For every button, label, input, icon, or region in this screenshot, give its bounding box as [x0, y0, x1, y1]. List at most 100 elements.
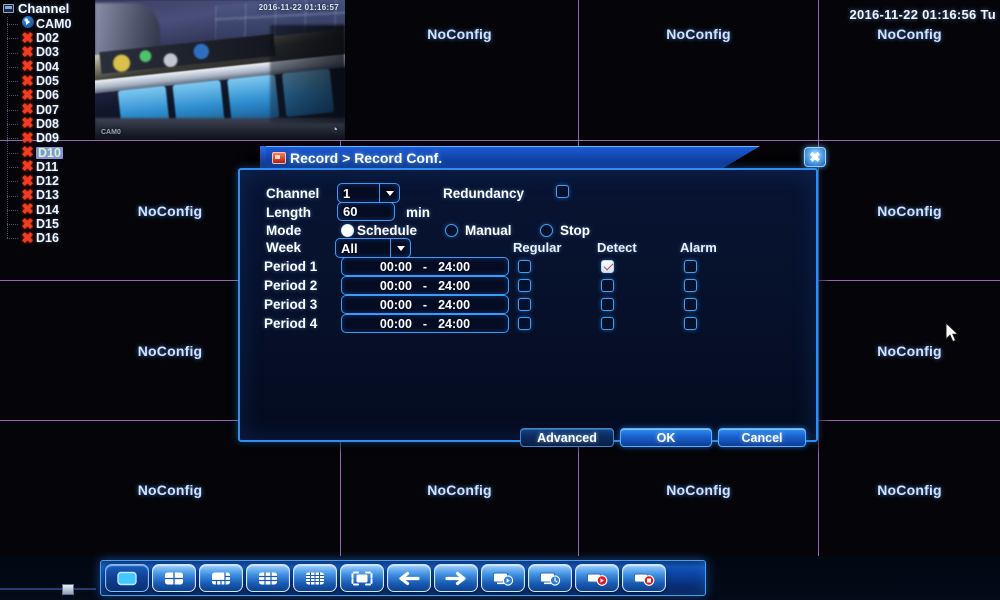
period-1-detect-checkbox[interactable] [601, 260, 614, 273]
record-stop-icon [634, 573, 655, 586]
channel-label: D12 [36, 174, 59, 189]
period-1-alarm-checkbox[interactable] [684, 260, 697, 273]
period-2-start: 00:00 [379, 278, 412, 293]
length-unit-label: min [406, 205, 431, 220]
period-4-time-range[interactable]: 00:00 - 24:00 [341, 314, 509, 333]
view-sixteen-button[interactable] [293, 564, 337, 592]
six-view-icon [212, 572, 230, 584]
advanced-button[interactable]: Advanced [520, 428, 614, 447]
video-osd-timestamp: 2016-11-22 01:16:57 [258, 3, 339, 12]
channel-item-d14[interactable]: ✖ D14 [7, 201, 95, 219]
period-2-regular-checkbox[interactable] [518, 279, 531, 292]
monitor-play-icon [493, 572, 514, 586]
period-4-alarm-checkbox[interactable] [684, 317, 697, 330]
channel-label: D03 [36, 45, 59, 60]
period-1-regular-checkbox[interactable] [518, 260, 531, 273]
view-nine-button[interactable] [246, 564, 290, 592]
period-4-detect-checkbox[interactable] [601, 317, 614, 330]
redundancy-checkbox[interactable] [556, 185, 569, 198]
column-header-regular: Regular [513, 240, 562, 255]
video-osd-logo: ◔ [331, 124, 338, 136]
dialog-body: Channel 1 Redundancy Length 60 min Mode … [238, 168, 818, 447]
grid-divider-h [0, 140, 1000, 141]
arrow-right-icon [445, 571, 466, 585]
no-config-label: NoConfig [137, 343, 203, 359]
no-config-label: NoConfig [877, 482, 942, 498]
period-3-detect-checkbox[interactable] [601, 298, 614, 311]
period-2-end: 24:00 [438, 278, 471, 293]
single-view-icon [117, 571, 137, 585]
channel-label: D13 [36, 188, 59, 203]
period-3-time-range[interactable]: 00:00 - 24:00 [341, 295, 509, 314]
sixteen-view-icon [306, 572, 324, 584]
column-header-alarm: Alarm [680, 240, 717, 255]
redundancy-label: Redundancy [443, 186, 525, 201]
chevron-down-icon [379, 184, 399, 202]
mouse-cursor [945, 322, 960, 343]
period-1-time-range[interactable]: 00:00 - 24:00 [341, 257, 509, 276]
record-stop-button[interactable] [622, 564, 666, 592]
mode-radio-manual[interactable] [445, 224, 458, 237]
channel-item-d16[interactable]: ✖ D16 [7, 231, 95, 246]
no-config-label: NoConfig [137, 203, 203, 219]
x-offline-icon: ✖ [21, 201, 34, 219]
dialog-title: Record > Record Conf. [290, 150, 443, 166]
channel-panel-title: Channel [18, 1, 70, 16]
channel-label: D15 [36, 217, 59, 232]
record-config-dialog: Record > Record Conf. ✖ Channel 1 Redund… [238, 146, 826, 449]
quad-view-icon [165, 572, 183, 584]
nine-view-icon [259, 572, 277, 584]
period-3-regular-checkbox[interactable] [518, 298, 531, 311]
cancel-button[interactable]: Cancel [718, 428, 806, 447]
dialog-titlebar[interactable]: Record > Record Conf. ✖ [238, 146, 826, 170]
period-3-alarm-checkbox[interactable] [684, 298, 697, 311]
period-4-regular-checkbox[interactable] [518, 317, 531, 330]
dvr-screen: NoConfig NoConfig NoConfig NoConfig NoCo… [0, 0, 1000, 600]
period-1-end: 24:00 [438, 259, 471, 274]
length-input-value: 60 [343, 204, 358, 219]
video-cell-r2c3[interactable]: NoConfig [819, 281, 1000, 420]
mode-label: Mode [266, 223, 302, 238]
close-icon[interactable]: ✖ [804, 147, 826, 167]
taskbar-button-strip [100, 560, 706, 596]
x-offline-icon: ✖ [21, 58, 34, 76]
record-play-icon [587, 573, 608, 586]
record-icon [272, 152, 286, 164]
status-clock: 2016-11-22 01:16:56 Tu [849, 7, 996, 22]
ok-button[interactable]: OK [620, 428, 712, 447]
week-select[interactable]: All [335, 238, 411, 258]
period-4-label: Period 4 [264, 316, 318, 331]
view-six-button[interactable] [199, 564, 243, 592]
period-2-time-range[interactable]: 00:00 - 24:00 [341, 276, 509, 295]
channel-label: D08 [36, 116, 59, 131]
period-2-detect-checkbox[interactable] [601, 279, 614, 292]
horizontal-scrollbar[interactable] [0, 584, 96, 595]
view-quad-button[interactable] [152, 564, 196, 592]
length-input[interactable]: 60 [337, 202, 395, 221]
channel-panel: Channel CAM0 ✖ D02 ✖ D03 ✖ D04 ✖ D05 ✖ D… [0, 0, 95, 250]
record-start-button[interactable] [575, 564, 619, 592]
scrollbar-thumb[interactable] [62, 584, 74, 595]
video-cell-r0c1[interactable]: NoConfig [341, 0, 578, 140]
search-button[interactable] [528, 564, 572, 592]
period-2-alarm-checkbox[interactable] [684, 279, 697, 292]
mode-radio-stop[interactable] [540, 224, 553, 237]
video-osd-camera-name: CAM0 [101, 129, 121, 136]
channel-label: D10 [36, 145, 63, 160]
video-cell-r0c2[interactable]: NoConfig [579, 0, 818, 140]
live-video-tile[interactable]: 2016-11-22 01:16:57 CAM0 ◔ [95, 0, 345, 140]
period-3-start: 00:00 [379, 297, 412, 312]
week-select-value: All [341, 240, 358, 256]
next-page-button[interactable] [434, 564, 478, 592]
playback-button[interactable] [481, 564, 525, 592]
channel-label: D16 [36, 231, 59, 246]
view-single-button[interactable] [105, 564, 149, 592]
channel-select[interactable]: 1 [337, 183, 400, 203]
mode-radio-schedule[interactable] [341, 224, 354, 237]
no-config-label: NoConfig [877, 343, 942, 359]
view-fullscreen-button[interactable] [340, 564, 384, 592]
prev-page-button[interactable] [387, 564, 431, 592]
monitor-clock-icon [540, 572, 561, 586]
video-cell-r3c3[interactable]: NoConfig [819, 421, 1000, 556]
video-cell-r1c3[interactable]: NoConfig [819, 141, 1000, 280]
